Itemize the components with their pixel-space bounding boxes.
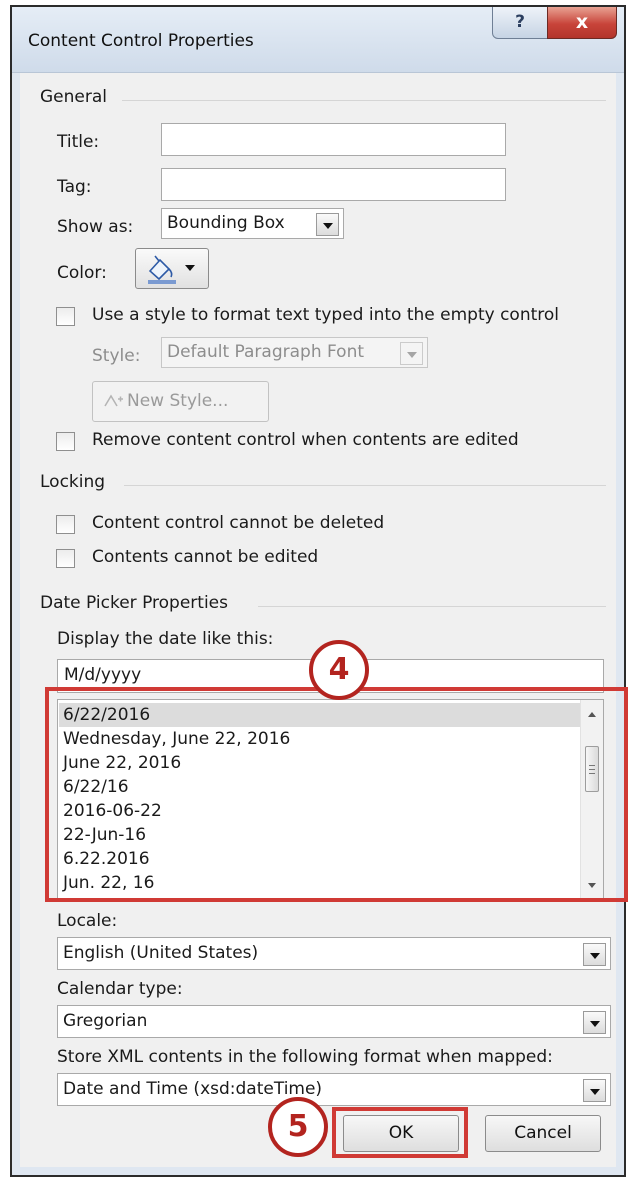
- remove-control-label: Remove content control when contents are…: [92, 430, 519, 450]
- use-style-label: Use a style to format text typed into th…: [92, 305, 560, 325]
- cannot-delete-checkbox[interactable]: [56, 515, 75, 534]
- display-date-label: Display the date like this:: [57, 629, 274, 649]
- title-bar: Content Control Properties ? x: [12, 7, 624, 73]
- dialog-body: General Title: Tag: Show as: Bounding Bo…: [20, 73, 616, 1167]
- locking-heading: Locking: [40, 472, 106, 492]
- chevron-down-icon[interactable]: [583, 1011, 606, 1034]
- color-button[interactable]: [135, 248, 209, 289]
- tag-label: Tag:: [57, 177, 92, 197]
- chevron-down-icon[interactable]: [583, 1079, 606, 1102]
- date-picker-heading: Date Picker Properties: [40, 593, 228, 613]
- style-select[interactable]: Default Paragraph Font: [161, 337, 428, 368]
- locking-divider: [124, 485, 606, 486]
- cancel-button[interactable]: Cancel: [485, 1115, 601, 1152]
- paint-bucket-icon: [148, 255, 195, 284]
- cannot-delete-label: Content control cannot be deleted: [92, 513, 385, 533]
- show-as-value: Bounding Box: [167, 213, 285, 233]
- format-list-highlight: [45, 687, 628, 902]
- tag-input[interactable]: [161, 168, 506, 201]
- new-style-label: New Style...: [127, 391, 229, 411]
- locale-label: Locale:: [57, 911, 118, 931]
- remove-control-checkbox[interactable]: [56, 432, 75, 451]
- use-style-checkbox[interactable]: [56, 307, 75, 326]
- store-xml-label: Store XML contents in the following form…: [57, 1047, 553, 1067]
- calendar-type-select[interactable]: Gregorian: [57, 1005, 611, 1038]
- style-label: Style:: [92, 346, 141, 366]
- show-as-select[interactable]: Bounding Box: [161, 208, 344, 239]
- chevron-down-icon[interactable]: [316, 213, 339, 236]
- chevron-down-icon[interactable]: [583, 943, 606, 966]
- locale-select[interactable]: English (United States): [57, 937, 611, 970]
- help-button[interactable]: ?: [492, 7, 548, 39]
- locale-value: English (United States): [63, 943, 259, 963]
- show-as-label: Show as:: [57, 217, 134, 237]
- content-control-properties-dialog: Content Control Properties ? x General T…: [10, 5, 626, 1177]
- new-style-button[interactable]: New Style...: [92, 381, 269, 422]
- dialog-title: Content Control Properties: [28, 31, 254, 51]
- general-heading: General: [40, 87, 107, 107]
- ok-button-highlight: [332, 1107, 468, 1158]
- step-5-badge: 5: [268, 1097, 328, 1157]
- calendar-type-value: Gregorian: [63, 1011, 148, 1031]
- cannot-edit-label: Contents cannot be edited: [92, 547, 319, 567]
- calendar-type-label: Calendar type:: [57, 979, 183, 999]
- close-button[interactable]: x: [547, 7, 617, 39]
- general-divider: [122, 100, 606, 101]
- store-xml-select[interactable]: Date and Time (xsd:dateTime): [57, 1073, 611, 1106]
- style-value: Default Paragraph Font: [167, 342, 365, 362]
- title-input[interactable]: [161, 123, 506, 156]
- chevron-down-icon[interactable]: [400, 342, 423, 365]
- title-label: Title:: [57, 132, 100, 152]
- new-style-icon: [104, 394, 123, 407]
- color-label: Color:: [57, 263, 107, 283]
- date-picker-divider: [258, 606, 606, 607]
- step-4-badge: 4: [309, 640, 369, 700]
- cannot-edit-checkbox[interactable]: [56, 549, 75, 568]
